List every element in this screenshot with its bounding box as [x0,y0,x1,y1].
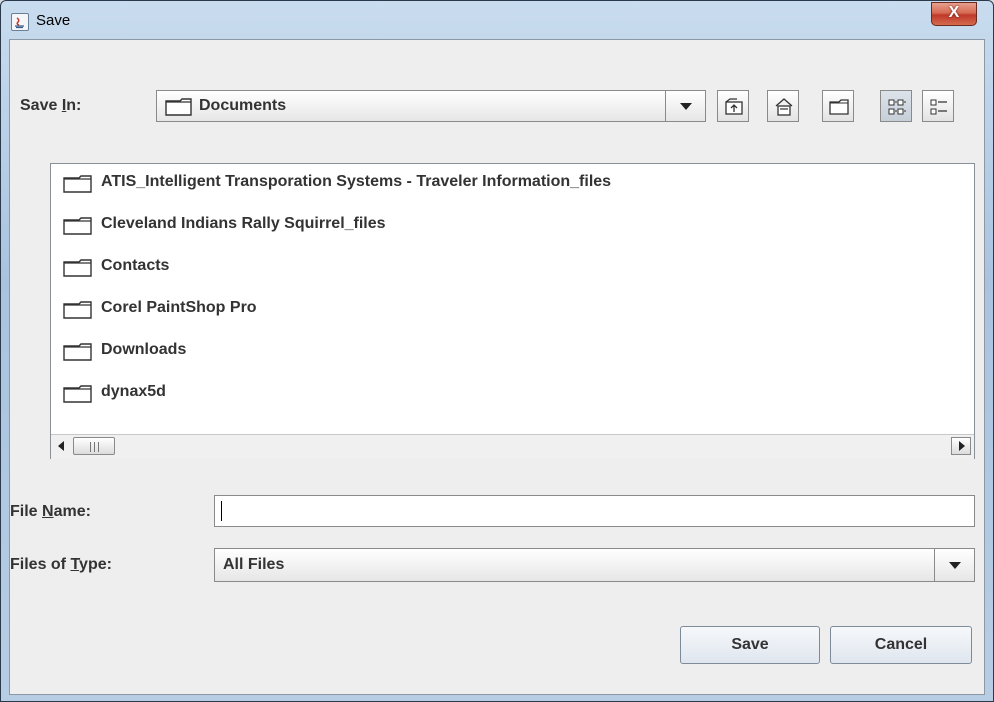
cancel-button-label: Cancel [874,636,928,653]
folder-icon [63,217,93,240]
file-name-text: Cleveland Indians Rally Squirrel_files [101,215,386,232]
file-name-text: dynax5d [101,383,166,400]
folder-icon [63,385,93,408]
close-icon: X [948,4,960,21]
file-name-label: File Name: [10,503,91,520]
close-button[interactable]: X [931,2,977,26]
file-name-text: Corel PaintShop Pro [101,299,257,316]
file-name-text: Contacts [101,257,170,274]
save-dialog-window: Save X Save In: Documents ATIS_Intellige… [0,0,994,702]
folder-icon [165,98,193,121]
details-view-icon [930,99,947,115]
folder-icon [63,175,93,198]
files-of-type-label: Files of Type: [10,556,112,573]
window-title: Save [36,12,71,29]
file-name-input[interactable] [214,495,975,527]
chevron-right-icon [959,441,965,451]
save-in-dropdown[interactable]: Documents [156,90,706,122]
folder-icon [63,343,93,366]
title-bar[interactable]: Save X [1,1,993,39]
home-icon [775,98,793,116]
scroll-right-button[interactable] [951,437,971,455]
folder-icon [63,259,93,282]
scroll-left-button[interactable] [53,437,71,455]
save-in-value: Documents [199,97,287,114]
up-one-level-button[interactable] [717,90,749,122]
java-app-icon [11,13,29,31]
dialog-body: Save In: Documents ATIS_Intelligent Tran… [9,39,985,695]
folder-icon [63,301,93,324]
file-name-text: Downloads [101,341,187,358]
up-one-level-icon [725,98,743,115]
chevron-down-icon [680,103,692,110]
save-button-label: Save [731,636,769,653]
save-button[interactable]: Save [680,626,820,664]
new-folder-icon [829,99,849,115]
cancel-button[interactable]: Cancel [830,626,972,664]
new-folder-button[interactable] [822,90,854,122]
scrollbar-thumb[interactable] [73,437,115,455]
files-of-type-dropdown-arrow[interactable] [934,549,975,581]
horizontal-scrollbar[interactable] [51,434,974,459]
home-button[interactable] [767,90,799,122]
file-list[interactable]: ATIS_Intelligent Transporation Systems -… [50,163,975,459]
chevron-left-icon [58,441,64,451]
list-view-button[interactable] [880,90,912,122]
list-view-icon [888,99,906,115]
file-name-text: ATIS_Intelligent Transporation Systems -… [101,173,612,190]
files-of-type-dropdown[interactable]: All Files [214,548,975,582]
text-caret [221,501,222,521]
save-in-dropdown-arrow[interactable] [665,91,706,121]
chevron-down-icon [949,562,961,569]
details-view-button[interactable] [922,90,954,122]
save-in-label: Save In: [20,97,82,114]
files-of-type-value: All Files [223,556,285,573]
